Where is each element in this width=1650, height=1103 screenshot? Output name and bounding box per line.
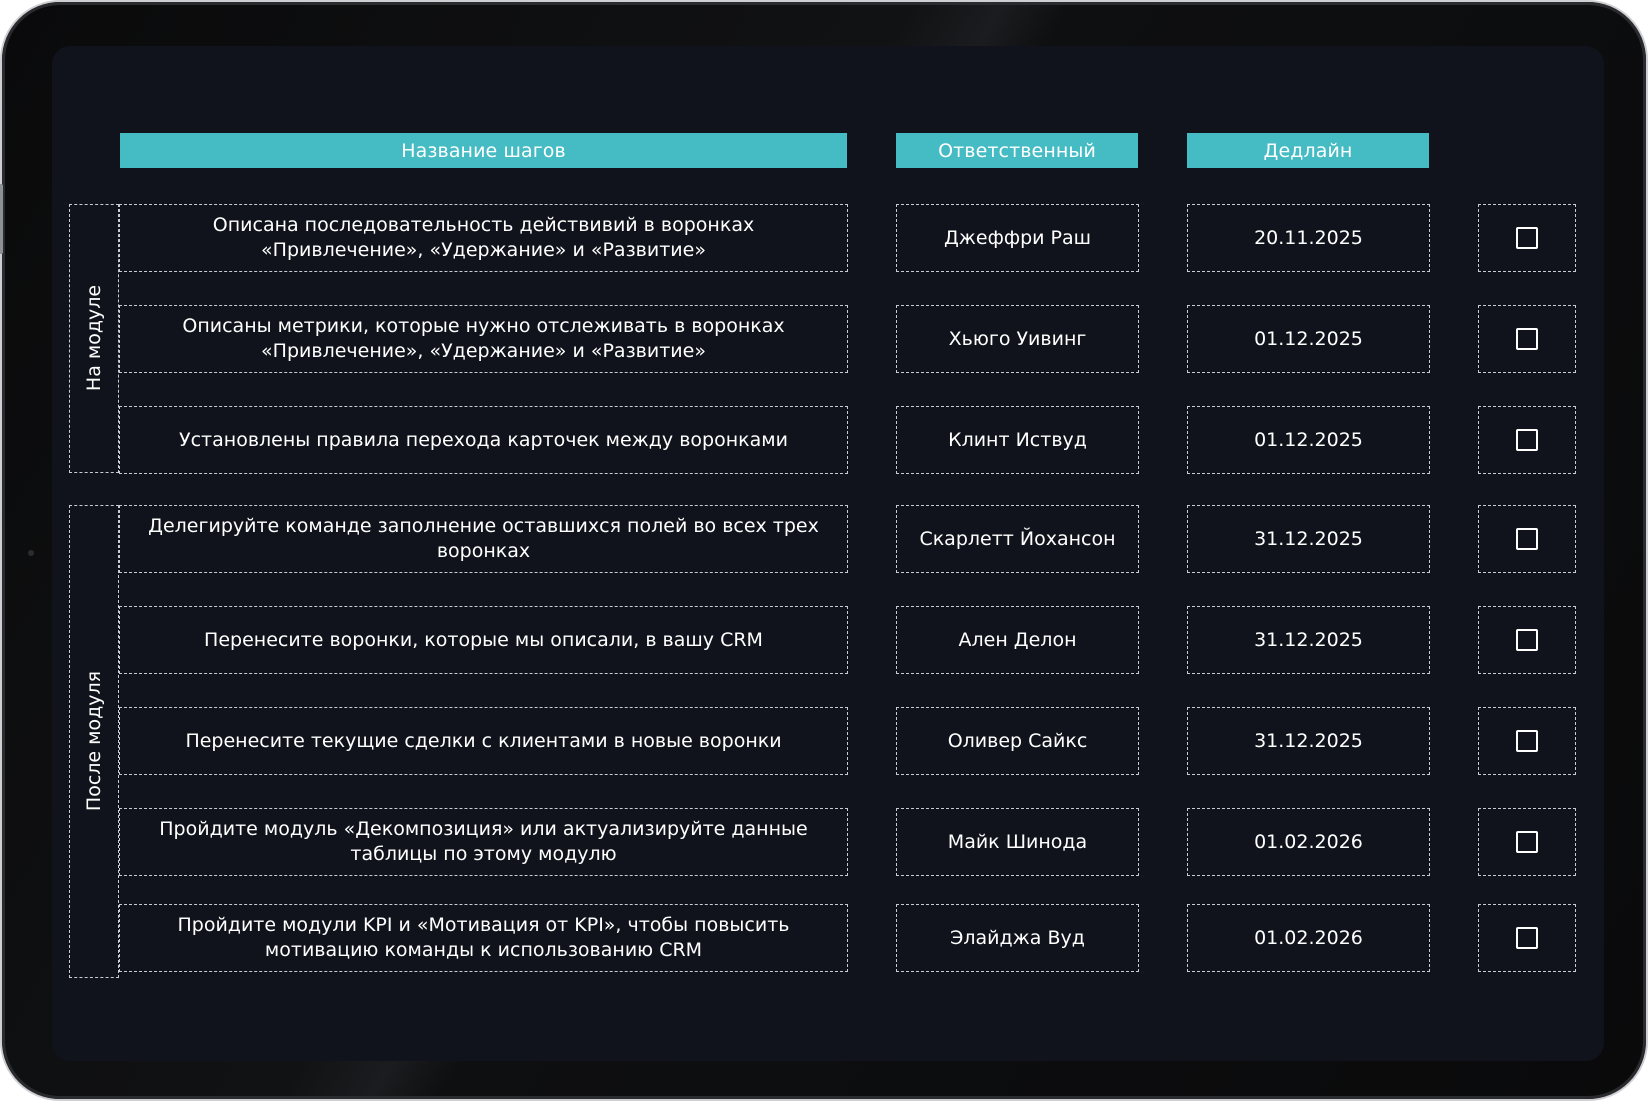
checkbox-cell <box>1478 305 1576 373</box>
checkbox-cell <box>1478 707 1576 775</box>
owner-cell: Оливер Сайкс <box>896 707 1139 775</box>
done-checkbox[interactable] <box>1516 227 1538 249</box>
step-cell: Делегируйте команде заполнение оставшихс… <box>119 505 848 573</box>
camera-icon <box>28 550 34 556</box>
header-owner: Ответственный <box>896 133 1138 168</box>
done-checkbox[interactable] <box>1516 629 1538 651</box>
deadline-cell: 31.12.2025 <box>1187 505 1430 573</box>
done-checkbox[interactable] <box>1516 429 1538 451</box>
done-checkbox[interactable] <box>1516 528 1538 550</box>
done-checkbox[interactable] <box>1516 927 1538 949</box>
step-cell: Описана последовательность действивий в … <box>119 204 848 272</box>
deadline-cell: 01.12.2025 <box>1187 406 1430 474</box>
group-label-after-module: После модуля <box>83 670 105 812</box>
checkbox-cell <box>1478 204 1576 272</box>
owner-cell: Хьюго Уивинг <box>896 305 1139 373</box>
owner-cell: Клинт Иствуд <box>896 406 1139 474</box>
done-checkbox[interactable] <box>1516 730 1538 752</box>
header-steps: Название шагов <box>120 133 847 168</box>
checkbox-cell <box>1478 606 1576 674</box>
deadline-cell: 31.12.2025 <box>1187 707 1430 775</box>
deadline-cell: 31.12.2025 <box>1187 606 1430 674</box>
step-cell: Перенесите текущие сделки с клиентами в … <box>119 707 848 775</box>
tablet-frame: Название шагов Ответственный Дедлайн На … <box>0 2 1646 1099</box>
owner-cell: Скарлетт Йохансон <box>896 505 1139 573</box>
step-cell: Пройдите модули KPI и «Мотивация от KPI»… <box>119 904 848 972</box>
deadline-cell: 01.02.2026 <box>1187 904 1430 972</box>
screen: Название шагов Ответственный Дедлайн На … <box>52 46 1604 1061</box>
done-checkbox[interactable] <box>1516 831 1538 853</box>
owner-cell: Ален Делон <box>896 606 1139 674</box>
tablet-side-button <box>0 184 3 254</box>
group-label-on-module: На модуле <box>83 284 105 392</box>
deadline-cell: 01.12.2025 <box>1187 305 1430 373</box>
step-cell: Установлены правила перехода карточек ме… <box>119 406 848 474</box>
deadline-cell: 20.11.2025 <box>1187 204 1430 272</box>
step-cell: Пройдите модуль «Декомпозиция» или актуа… <box>119 808 848 876</box>
checkbox-cell <box>1478 904 1576 972</box>
header-deadline: Дедлайн <box>1187 133 1429 168</box>
owner-cell: Майк Шинода <box>896 808 1139 876</box>
step-cell: Описаны метрики, которые нужно отслежива… <box>119 305 848 373</box>
checkbox-cell <box>1478 406 1576 474</box>
owner-cell: Джеффри Раш <box>896 204 1139 272</box>
done-checkbox[interactable] <box>1516 328 1538 350</box>
checkbox-cell <box>1478 505 1576 573</box>
checkbox-cell <box>1478 808 1576 876</box>
deadline-cell: 01.02.2026 <box>1187 808 1430 876</box>
step-cell: Перенесите воронки, которые мы описали, … <box>119 606 848 674</box>
owner-cell: Элайджа Вуд <box>896 904 1139 972</box>
